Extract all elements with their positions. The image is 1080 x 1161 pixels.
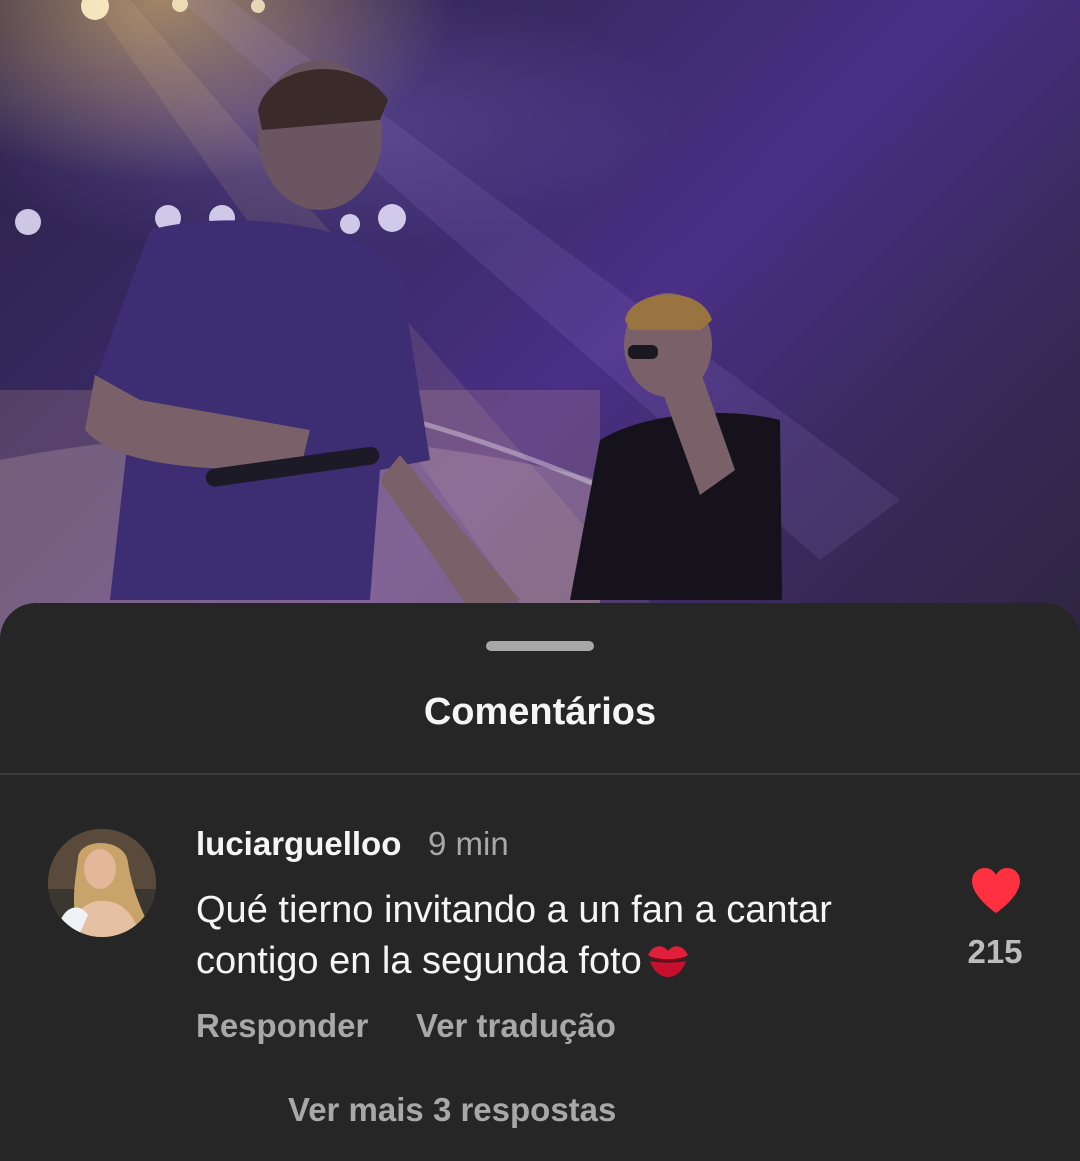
comment-text-body: Qué tierno invitando a un fan a cantar c…: [196, 889, 832, 982]
heart-icon[interactable]: [970, 867, 1022, 915]
divider: [0, 773, 1080, 775]
kiss-mark-icon: [644, 939, 692, 993]
reply-button[interactable]: Responder: [196, 1007, 368, 1045]
post-photo: [0, 0, 1080, 660]
comment-username[interactable]: luciarguelloo: [196, 825, 401, 863]
comment-timestamp: 9 min: [428, 825, 509, 862]
comments-screen: Comentários luciarguelloo 9 min Qué tier…: [0, 0, 1080, 1161]
avatar[interactable]: [48, 829, 156, 937]
like-count: 215: [967, 933, 1023, 970]
comment-text: Qué tierno invitando a un fan a cantar c…: [196, 885, 916, 993]
sheet-title: Comentários: [423, 691, 657, 733]
drag-handle[interactable]: [486, 641, 594, 651]
comments-sheet: Comentários luciarguelloo 9 min Qué tier…: [0, 603, 1080, 1161]
translate-button[interactable]: Ver tradução: [416, 1007, 616, 1045]
view-more-replies-button[interactable]: Ver mais 3 respostas: [288, 1091, 616, 1129]
